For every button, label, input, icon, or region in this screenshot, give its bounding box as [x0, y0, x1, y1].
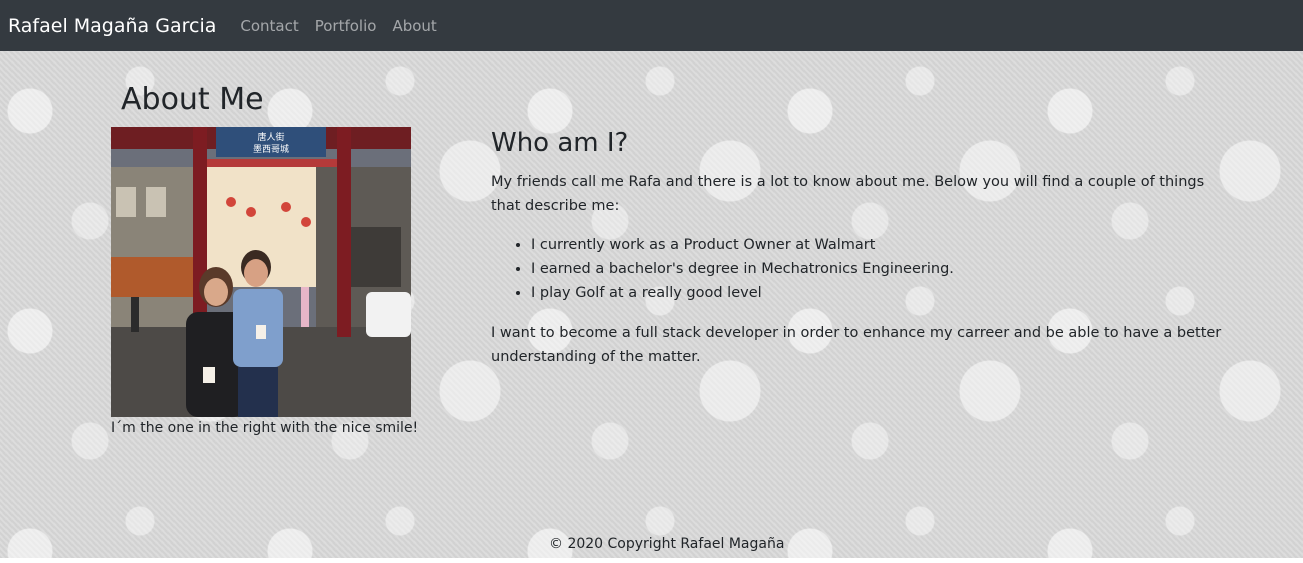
list-item: I earned a bachelor's degree in Mechatro…: [531, 257, 954, 281]
who-am-i-title: Who am I?: [491, 128, 629, 158]
goal-paragraph: I want to become a full stack developer …: [491, 325, 1222, 365]
gate-sign-line1: 唐人街: [257, 131, 284, 143]
nav-link-portfolio[interactable]: Portfolio: [315, 17, 377, 35]
facts-list: I currently work as a Product Owner at W…: [491, 233, 954, 305]
photo-caption: I´m the one in the right with the nice s…: [111, 420, 419, 436]
profile-photo: 唐人街 墨西哥城: [111, 127, 411, 417]
nav-link-contact[interactable]: Contact: [240, 17, 298, 35]
intro-paragraph: My friends call me Rafa and there is a l…: [491, 174, 1205, 214]
list-item: I currently work as a Product Owner at W…: [531, 233, 954, 257]
footer-copyright: © 2020 Copyright Rafael Magaña: [549, 536, 785, 552]
gate-sign-line2: 墨西哥城: [253, 144, 289, 155]
bottom-strip: [0, 558, 1303, 563]
nav-link-about[interactable]: About: [392, 17, 436, 35]
list-item: I play Golf at a really good level: [531, 281, 954, 305]
navbar: Rafael Magaña Garcia Contact Portfolio A…: [0, 0, 1303, 51]
navbar-brand[interactable]: Rafael Magaña Garcia: [8, 15, 216, 37]
about-title: About Me: [121, 82, 264, 117]
